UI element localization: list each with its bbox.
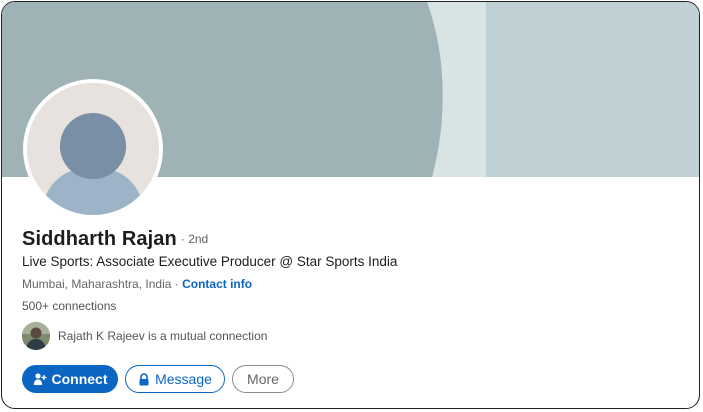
message-button[interactable]: Message — [125, 365, 225, 393]
add-person-icon — [33, 372, 47, 386]
profile-photo[interactable] — [27, 83, 159, 215]
profile-name-row: Siddharth Rajan · 2nd — [22, 228, 208, 251]
profile-name: Siddharth Rajan — [22, 228, 177, 250]
connections-count[interactable]: 500+ connections — [22, 299, 116, 313]
connect-button-label: Connect — [51, 371, 108, 387]
profile-headline: Live Sports: Associate Executive Produce… — [22, 254, 398, 269]
mutual-connection-row[interactable]: Rajath K Rajeev is a mutual connection — [22, 322, 267, 350]
mutual-connection-text: Rajath K Rajeev is a mutual connection — [58, 329, 268, 343]
lock-icon — [138, 372, 150, 386]
connection-degree: · 2nd — [180, 232, 209, 246]
profile-photo-frame[interactable] — [23, 79, 163, 219]
connect-button[interactable]: Connect — [22, 365, 118, 393]
message-button-label: Message — [155, 371, 212, 387]
more-button-label: More — [247, 371, 279, 387]
location-row: Mumbai, Maharashtra, India · Contact inf… — [22, 277, 252, 291]
contact-info-link[interactable]: Contact info — [182, 277, 252, 291]
more-button[interactable]: More — [232, 365, 294, 393]
profile-location: Mumbai, Maharashtra, India · — [22, 277, 179, 291]
mutual-connection-avatar[interactable] — [22, 322, 50, 350]
profile-actions: Connect Message More — [22, 365, 294, 393]
profile-card: Siddharth Rajan · 2nd Live Sports: Assoc… — [1, 1, 700, 409]
